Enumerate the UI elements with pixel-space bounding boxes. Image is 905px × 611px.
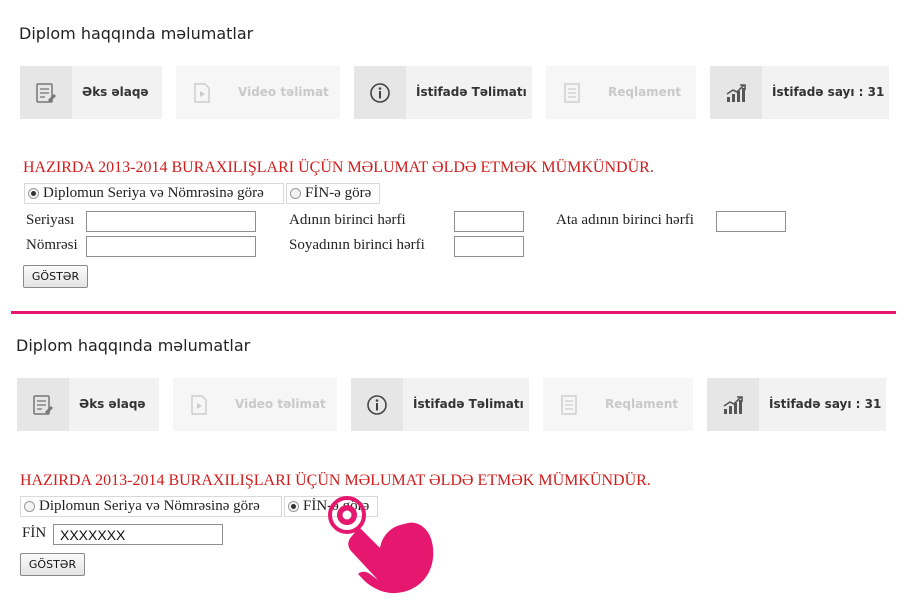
feedback-form-icon	[17, 378, 69, 431]
search-by-series-label: Diplomun Seriya və Nömrəsinə görə	[39, 498, 260, 514]
video-tutorial-tile[interactable]: Video təlimat	[173, 378, 337, 431]
usage-count-label: İstifadə sayı : 31	[769, 397, 882, 411]
info-icon	[351, 378, 403, 431]
search-by-fin-radio[interactable]	[288, 501, 299, 512]
feedback-tile[interactable]: Əks əlaqə	[17, 378, 159, 431]
document-icon	[543, 378, 595, 431]
user-guide-tile[interactable]: İstifadə Təlimatı	[351, 378, 529, 431]
video-file-icon	[173, 378, 225, 431]
fin-label: FİN	[22, 525, 47, 541]
growth-chart-icon	[707, 378, 759, 431]
video-tutorial-label: Video təlimat	[235, 397, 326, 411]
search-by-series-option[interactable]: Diplomun Seriya və Nömrəsinə görə	[20, 496, 282, 517]
diploma-panel-fin: Diplom haqqında məlumatlar Əks əlaqə Vid…	[0, 0, 905, 611]
page-title: Diplom haqqında məlumatlar	[16, 336, 251, 355]
tap-gesture-icon	[328, 496, 434, 594]
availability-notice: HAZIRDA 2013-2014 BURAXILIŞLARI ÜÇÜN MƏL…	[20, 472, 651, 489]
regulation-label: Reqlament	[605, 397, 679, 411]
user-guide-label: İstifadə Təlimatı	[413, 397, 524, 411]
show-button[interactable]: GÖSTƏR	[20, 553, 85, 576]
search-by-series-radio[interactable]	[24, 501, 35, 512]
usage-count-tile: İstifadə sayı : 31	[707, 378, 886, 431]
feedback-label: Əks əlaqə	[79, 397, 146, 411]
fin-input[interactable]	[53, 524, 223, 545]
regulation-tile[interactable]: Reqlament	[543, 378, 693, 431]
